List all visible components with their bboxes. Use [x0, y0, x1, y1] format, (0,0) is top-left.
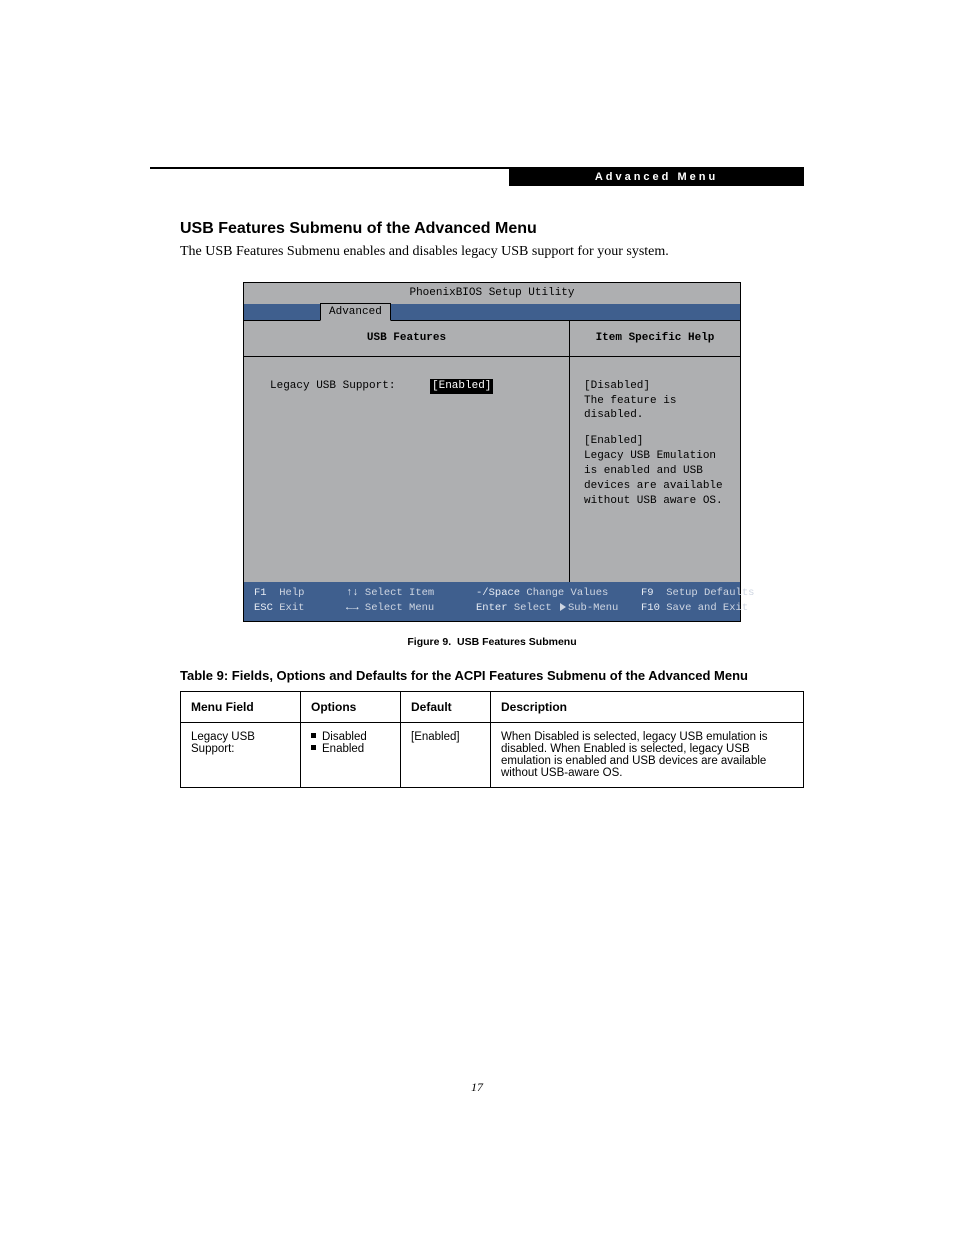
th-default: Default	[401, 692, 491, 723]
help-line: without USB aware OS.	[584, 494, 730, 509]
help-line: [Disabled]	[584, 379, 730, 394]
section-title: USB Features Submenu of the Advanced Men…	[180, 220, 804, 238]
figure-caption: Figure 9. USB Features Submenu	[180, 636, 804, 648]
key-enter-label: Select	[514, 602, 552, 614]
bios-tab-row: Advanced	[244, 304, 740, 320]
page-number: 17	[0, 1080, 954, 1095]
bullet-icon	[311, 733, 316, 738]
table-title: Table 9: Fields, Options and Defaults fo…	[180, 668, 804, 683]
key-f9: F9	[641, 587, 654, 599]
key-f1: F1	[254, 587, 267, 599]
triangle-icon	[560, 603, 566, 611]
key-esc-label: Exit	[279, 602, 304, 614]
key-updown-label: Select Item	[365, 587, 434, 599]
fields-table: Menu Field Options Default Description L…	[180, 691, 804, 788]
help-line: [Enabled]	[584, 434, 730, 449]
bios-screenshot: PhoenixBIOS Setup Utility Advanced USB F…	[243, 282, 741, 622]
section-description: The USB Features Submenu enables and dis…	[180, 244, 804, 260]
bios-footer: F1 Help ↑↓ Select Item -/Space Change Va…	[244, 582, 740, 621]
option-disabled: Disabled	[322, 731, 367, 743]
table-row: Legacy USB Support: Disabled Enabled [En…	[181, 723, 804, 788]
key-enter-label2: Sub-Menu	[568, 602, 618, 614]
header-bar: Advanced Menu	[509, 169, 804, 186]
key-esc: ESC	[254, 602, 273, 614]
option-enabled: Enabled	[322, 743, 364, 755]
cell-menu-field: Legacy USB Support:	[181, 723, 301, 788]
figure-caption-text: USB Features Submenu	[457, 636, 577, 648]
bios-setting-label: Legacy USB Support:	[270, 379, 395, 394]
help-line: devices are available	[584, 479, 730, 494]
th-options: Options	[301, 692, 401, 723]
bios-tab-advanced: Advanced	[320, 303, 391, 321]
key-space-label: Change Values	[526, 587, 608, 599]
bios-title: PhoenixBIOS Setup Utility	[244, 283, 740, 304]
cell-description: When Disabled is selected, legacy USB em…	[491, 723, 804, 788]
key-enter: Enter	[476, 602, 508, 614]
help-line: is enabled and USB	[584, 464, 730, 479]
cell-options: Disabled Enabled	[301, 723, 401, 788]
bios-help-text: [Disabled] The feature is disabled. [Ena…	[570, 357, 740, 582]
key-f10-label: Save and Exit	[666, 602, 748, 614]
key-space: -/Space	[476, 587, 520, 599]
bios-right-heading: Item Specific Help	[570, 321, 740, 357]
key-f1-label: Help	[279, 587, 304, 599]
th-description: Description	[491, 692, 804, 723]
th-menu-field: Menu Field	[181, 692, 301, 723]
figure-caption-label: Figure 9.	[407, 636, 451, 648]
cell-default: [Enabled]	[401, 723, 491, 788]
key-f9-label: Setup Defaults	[666, 587, 754, 599]
bios-left-heading: USB Features	[244, 321, 569, 357]
help-line: Legacy USB Emulation	[584, 449, 730, 464]
bullet-icon	[311, 745, 316, 750]
key-updown: ↑↓	[346, 587, 359, 599]
key-f10: F10	[641, 602, 660, 614]
key-leftright-label: Select Menu	[365, 602, 434, 614]
help-line: The feature is disabled.	[584, 394, 730, 424]
key-leftright: ←→	[346, 602, 359, 614]
bios-setting-value: [Enabled]	[430, 379, 493, 394]
